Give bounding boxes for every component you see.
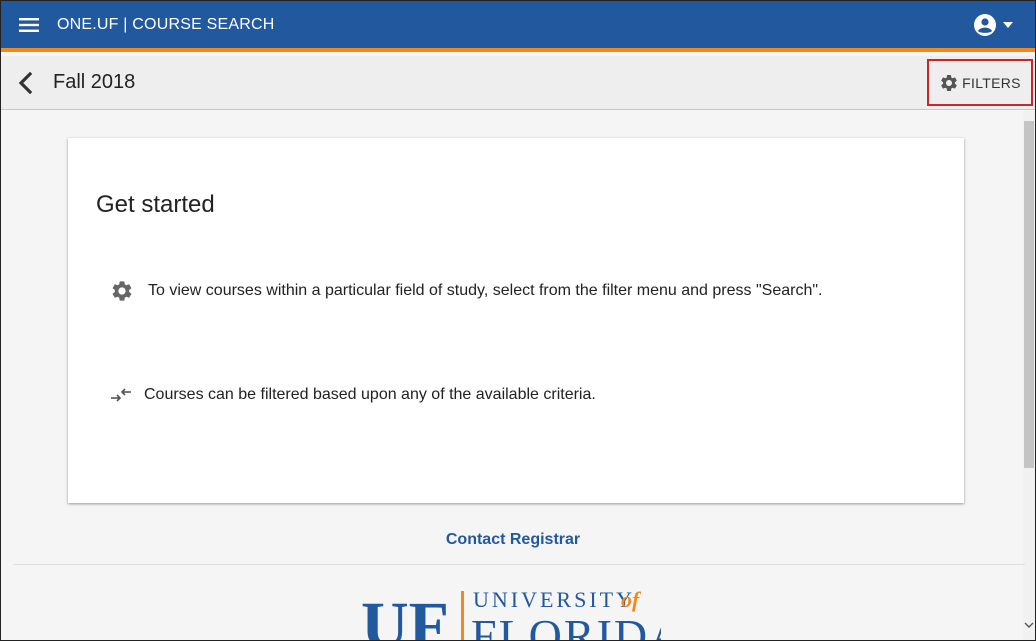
uf-logo: UF UNIVERSITY of FLORIDA <box>361 587 661 641</box>
chevron-left-icon <box>18 71 32 94</box>
divider <box>13 564 1025 565</box>
term-title: Fall 2018 <box>53 71 136 93</box>
filters-label: FILTERS <box>962 74 1021 91</box>
contact-registrar-link[interactable]: Contact Registrar <box>1 531 1025 549</box>
criteria-info-text: Courses can be filtered based upon any o… <box>144 386 596 403</box>
account-circle-icon <box>974 14 996 36</box>
scroll-down-arrow-icon[interactable] <box>1024 621 1034 629</box>
list-item: Courses can be filtered based upon any o… <box>110 386 596 404</box>
menu-button[interactable] <box>1 1 57 48</box>
list-item: To view courses within a particular fiel… <box>110 279 822 303</box>
app-window: ONE.UF | COURSE SEARCH Fall 2018 FILTERS <box>0 0 1036 641</box>
account-menu-button[interactable] <box>973 13 1013 37</box>
term-header: Fall 2018 FILTERS <box>1 56 1035 110</box>
app-title: ONE.UF | COURSE SEARCH <box>57 15 275 33</box>
card-title: Get started <box>96 191 215 218</box>
scrollbar-thumb[interactable] <box>1024 121 1034 468</box>
compare-arrows-icon <box>111 388 131 402</box>
logo-florida: FLORIDA <box>471 610 661 641</box>
caret-down-icon <box>1003 22 1013 28</box>
top-app-bar: ONE.UF | COURSE SEARCH <box>1 1 1035 52</box>
get-started-card: Get started To view courses within a par… <box>68 138 964 503</box>
back-button[interactable] <box>1 56 49 110</box>
gear-icon <box>112 281 132 301</box>
logo-university: UNIVERSITY <box>473 587 635 612</box>
logo-uf: UF <box>361 589 449 641</box>
hamburger-menu-icon <box>19 17 39 32</box>
filter-instruction-text: To view courses within a particular fiel… <box>148 282 823 299</box>
filters-button[interactable]: FILTERS <box>927 59 1033 106</box>
logo-of: of <box>621 587 642 612</box>
gear-icon <box>941 74 957 91</box>
